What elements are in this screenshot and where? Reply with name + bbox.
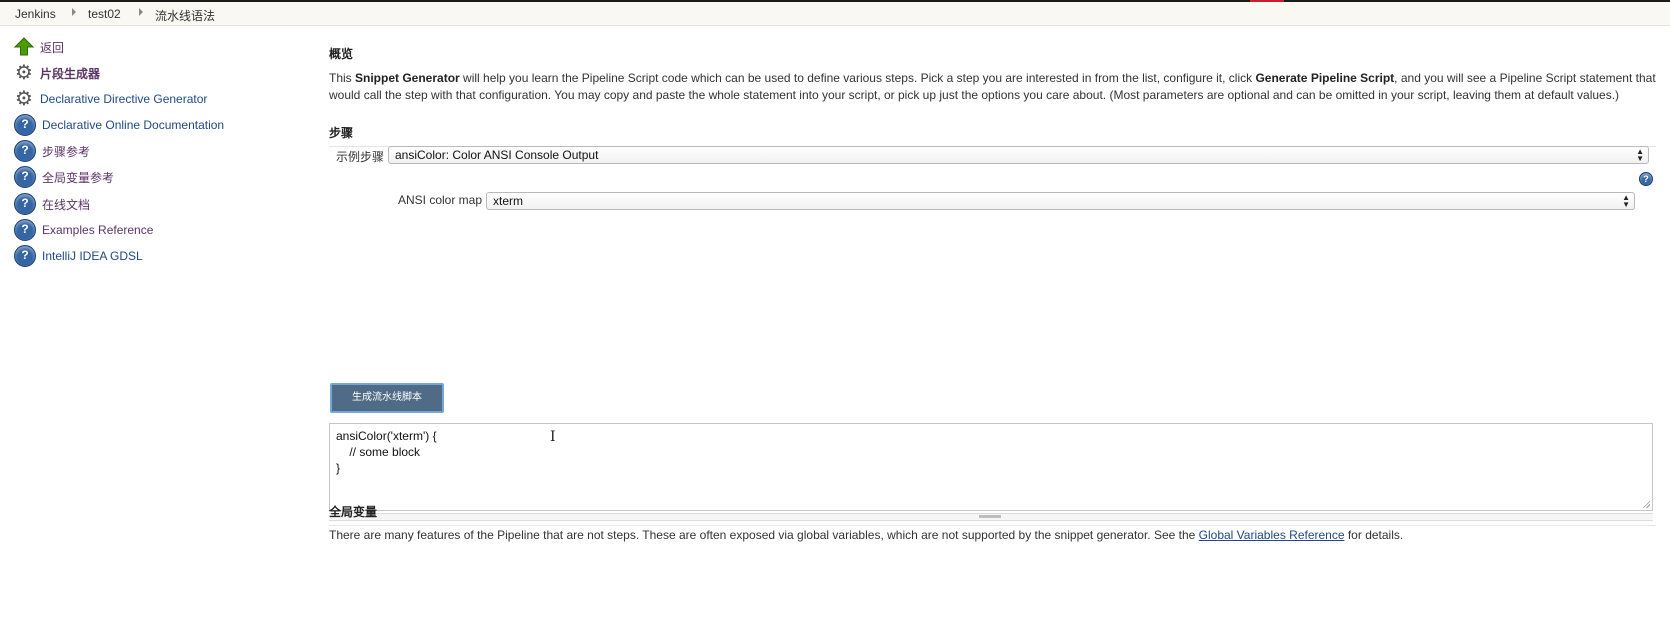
sidebar-item-global-variables-reference[interactable]: ? 全局变量参考 (14, 166, 114, 188)
breadcrumb-pipeline-syntax[interactable]: 流水线语法 (155, 7, 215, 24)
ansi-color-map-select[interactable]: xterm ▲ ▼ (486, 192, 1635, 210)
global-vars-text: for details. (1344, 528, 1404, 542)
breadcrumb-chevron-icon[interactable] (72, 8, 76, 16)
help-icon: ? (14, 219, 36, 241)
text-cursor-icon: I (550, 429, 556, 445)
sidebar-item-intellij-idea-gdsl[interactable]: ? IntelliJ IDEA GDSL (14, 245, 143, 267)
sidebar-item-online-docs[interactable]: ? 在线文档 (14, 193, 90, 215)
help-icon: ? (14, 140, 36, 162)
sidebar-item-label: 步骤参考 (42, 144, 91, 159)
help-icon[interactable]: ? (1639, 172, 1653, 186)
sidebar-item-label: 返回 (40, 40, 65, 55)
sidebar-item-label: Declarative Directive Generator (40, 92, 208, 106)
global-vars-text: There are many features of the Pipeline … (329, 528, 1199, 542)
sidebar-item-label: 在线文档 (42, 197, 91, 212)
sidebar-item-back[interactable]: 返回 (13, 36, 65, 58)
select-arrows-icon: ▲ ▼ (1636, 147, 1644, 163)
sidebar-item-label: 片段生成器 (40, 66, 101, 81)
overview-text: This (329, 71, 356, 85)
sample-step-value: ansiColor: Color ANSI Console Output (395, 148, 599, 162)
overview-bold-generate-script: Generate Pipeline Script (1255, 71, 1395, 85)
sidebar-item-label: Declarative Online Documentation (42, 118, 225, 132)
generate-pipeline-script-button[interactable]: 生成流水线脚本 (330, 383, 444, 413)
sidebar-item-declarative-directive-generator[interactable]: ⚙ Declarative Directive Generator (14, 88, 207, 110)
ansi-color-map-value: xterm (493, 194, 523, 208)
steps-heading: 步骤 (329, 124, 1656, 147)
help-icon: ? (14, 193, 36, 215)
sidebar-item-steps-reference[interactable]: ? 步骤参考 (14, 140, 90, 162)
overview-heading: 概览 (329, 47, 354, 61)
breadcrumb: Jenkins test02 流水线语法 (0, 2, 1670, 26)
sidebar-item-label: IntelliJ IDEA GDSL (42, 249, 143, 263)
sidebar-item-label: 全局变量参考 (42, 170, 115, 185)
overview-text: will help you learn the Pipeline Script … (459, 71, 1256, 85)
overview-bold-snippet-generator: Snippet Generator (355, 71, 460, 85)
global-vars-heading: 全局变量 (329, 503, 1656, 526)
sidebar-item-examples-reference[interactable]: ? Examples Reference (14, 219, 153, 241)
script-output-text: ansiColor('xterm') { // some block } (336, 429, 437, 475)
breadcrumb-test02[interactable]: test02 (88, 7, 121, 21)
help-icon: ? (14, 114, 36, 136)
select-arrows-icon: ▲ ▼ (1622, 193, 1630, 209)
sidebar-item-snippet-generator[interactable]: ⚙ 片段生成器 (14, 62, 100, 84)
sample-step-select[interactable]: ansiColor: Color ANSI Console Output ▲ ▼ (388, 146, 1649, 164)
overview-description: This Snippet Generator will help you lea… (329, 70, 1656, 103)
global-variables-reference-link[interactable]: Global Variables Reference (1199, 528, 1345, 542)
sidebar-item-label: Examples Reference (42, 223, 154, 237)
help-icon: ? (14, 245, 36, 267)
global-vars-description: There are many features of the Pipeline … (329, 528, 1656, 542)
ansi-color-map-label: ANSI color map (398, 193, 483, 207)
help-icon: ? (14, 166, 36, 188)
sample-step-label: 示例步骤 (336, 150, 385, 164)
gear-icon: ⚙ (15, 88, 33, 110)
up-arrow-icon (13, 37, 35, 57)
breadcrumb-jenkins[interactable]: Jenkins (15, 7, 56, 21)
sidebar-item-declarative-online-documentation[interactable]: ? Declarative Online Documentation (14, 114, 224, 136)
gear-icon: ⚙ (15, 62, 33, 84)
breadcrumb-chevron-icon[interactable] (139, 8, 143, 16)
script-output-textarea[interactable]: ansiColor('xterm') { // some block } (329, 423, 1653, 511)
